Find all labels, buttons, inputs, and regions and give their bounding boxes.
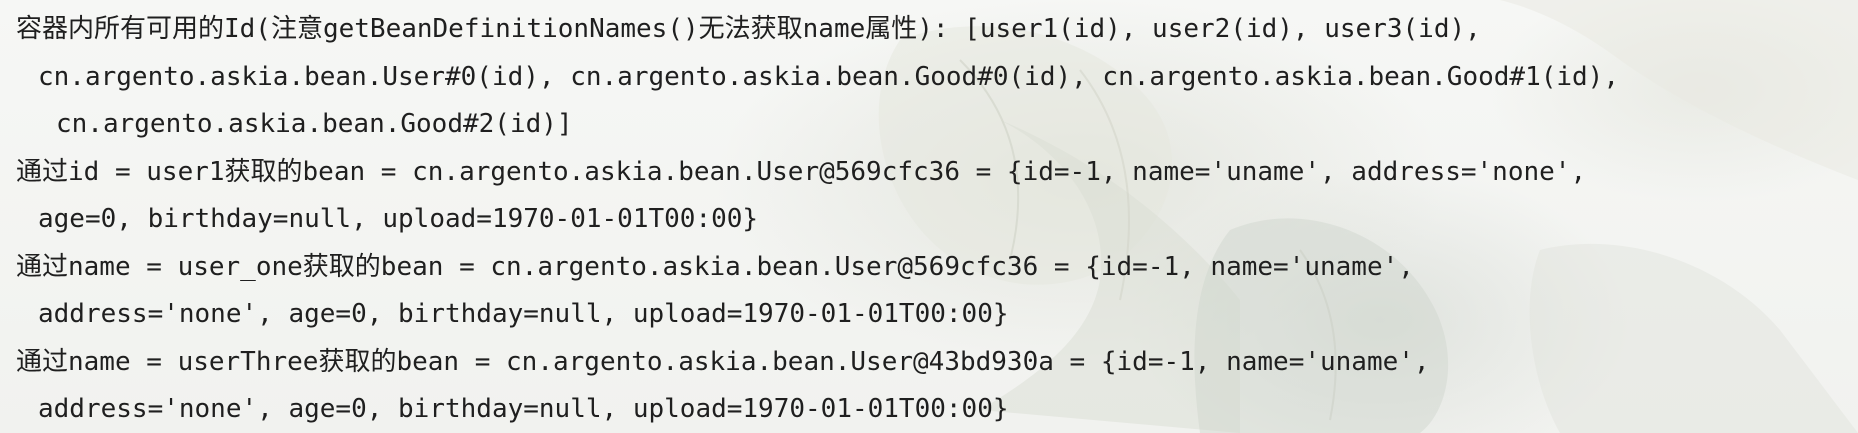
output-line: cn.argento.askia.bean.User#0(id), cn.arg…	[38, 61, 1619, 92]
console-output-panel[interactable]: 容器内所有可用的Id(注意getBeanDefinitionNames()无法获…	[0, 0, 1858, 433]
output-line: address='none', age=0, birthday=null, up…	[38, 394, 1009, 424]
output-line: address='none', age=0, birthday=null, up…	[38, 299, 1009, 329]
output-line: 通过id = user1获取的bean = cn.argento.askia.b…	[16, 156, 1587, 187]
console-text[interactable]: 容器内所有可用的Id(注意getBeanDefinitionNames()无法获…	[16, 6, 1846, 433]
output-line: 通过name = userThree获取的bean = cn.argento.a…	[16, 346, 1430, 377]
output-line: 通过name = user_one获取的bean = cn.argento.as…	[16, 251, 1414, 282]
output-line: 容器内所有可用的Id(注意getBeanDefinitionNames()无法获…	[16, 14, 1481, 44]
output-line: cn.argento.askia.bean.Good#2(id)]	[56, 109, 573, 139]
output-line: age=0, birthday=null, upload=1970-01-01T…	[38, 204, 759, 234]
